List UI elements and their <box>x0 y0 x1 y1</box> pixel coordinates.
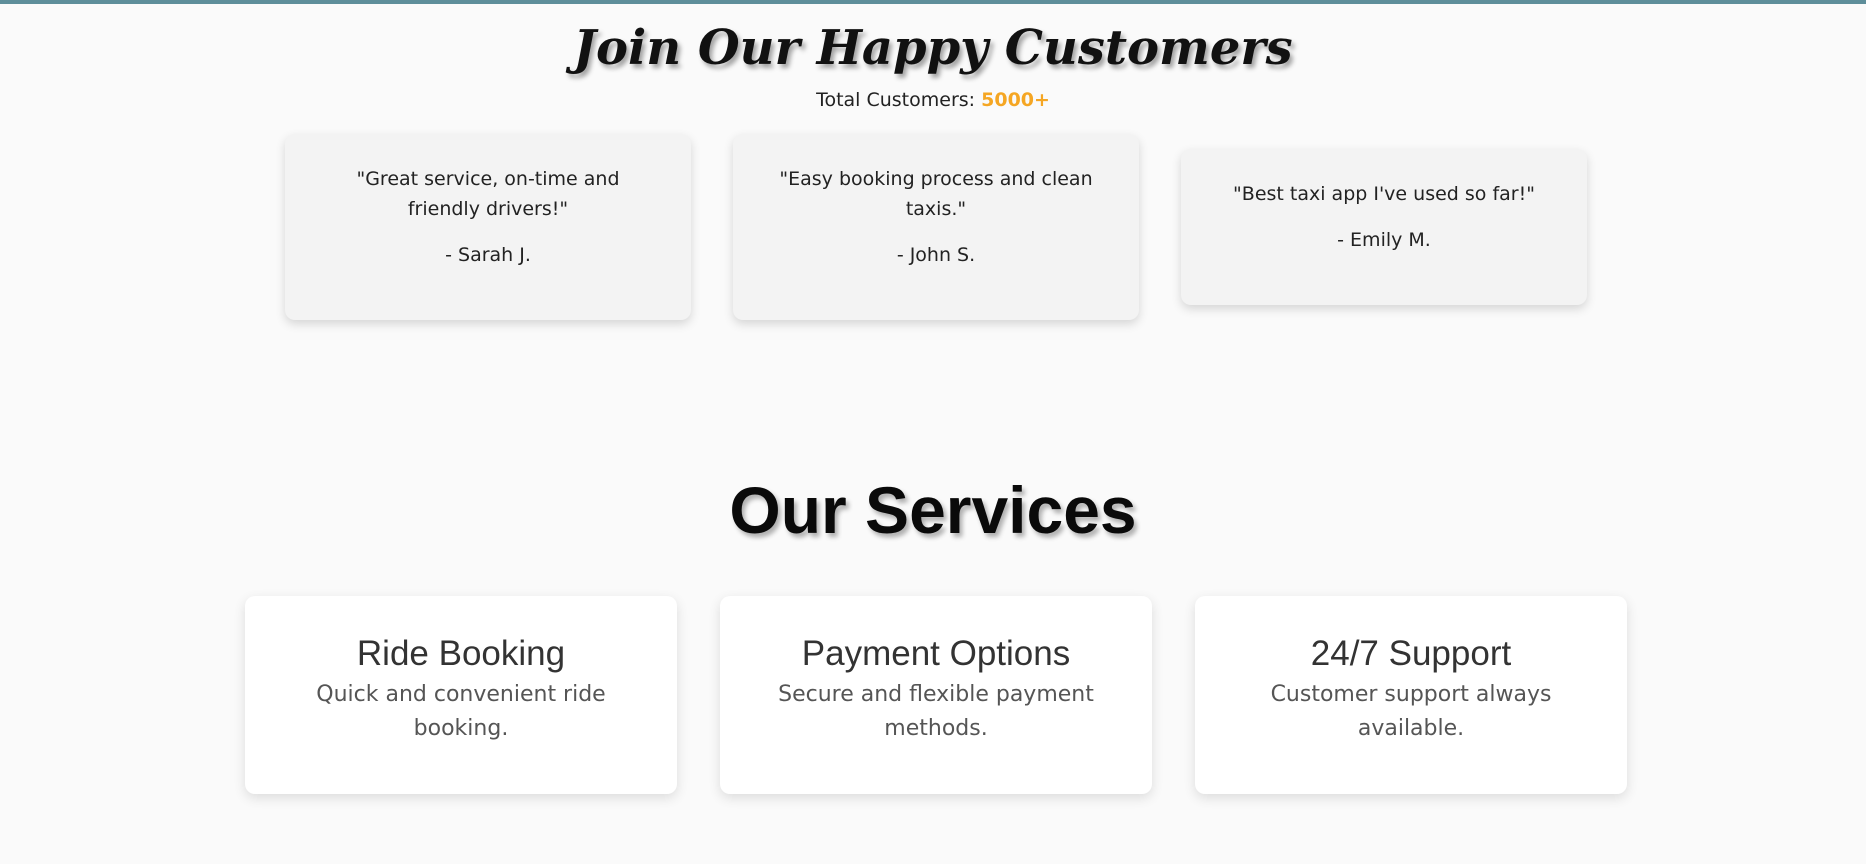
service-card-title: Payment Options <box>801 634 1071 673</box>
testimonial-quote: "Best taxi app I've used so far!" <box>1233 183 1535 205</box>
testimonial-author: - John S. <box>896 244 976 266</box>
testimonial-quote: "Great service, on-time and friendly dri… <box>356 168 620 220</box>
service-card-ride-booking: Ride Booking Quick and convenient ride b… <box>245 596 677 794</box>
service-card-title: 24/7 Support <box>1310 634 1512 673</box>
service-card-description: Quick and convenient ride booking. <box>316 682 606 741</box>
top-accent-bar <box>0 0 1866 4</box>
service-card-description: Customer support always available. <box>1270 682 1552 741</box>
testimonial-card: "Great service, on-time and friendly dri… <box>285 134 691 320</box>
total-customers-line: Total Customers: 5000+ <box>0 86 1866 114</box>
service-card-title: Ride Booking <box>356 634 566 673</box>
testimonial-author: - Sarah J. <box>445 244 531 266</box>
customers-section-title: Join Our Happy Customers <box>573 20 1293 76</box>
total-customers-count: 5000+ <box>981 89 1050 111</box>
service-card-description: Secure and flexible payment methods. <box>778 682 1094 741</box>
service-card-support: 24/7 Support Customer support always ava… <box>1195 596 1627 794</box>
testimonial-quote: "Easy booking process and clean taxis." <box>779 168 1093 220</box>
total-customers-label: Total Customers: <box>816 89 976 111</box>
services-section-title: Our Services <box>729 473 1137 547</box>
testimonial-author: - Emily M. <box>1337 229 1431 251</box>
service-card-payment-options: Payment Options Secure and flexible paym… <box>720 596 1152 794</box>
testimonial-card: "Best taxi app I've used so far!" - Emil… <box>1181 149 1587 305</box>
testimonial-card: "Easy booking process and clean taxis." … <box>733 134 1139 320</box>
